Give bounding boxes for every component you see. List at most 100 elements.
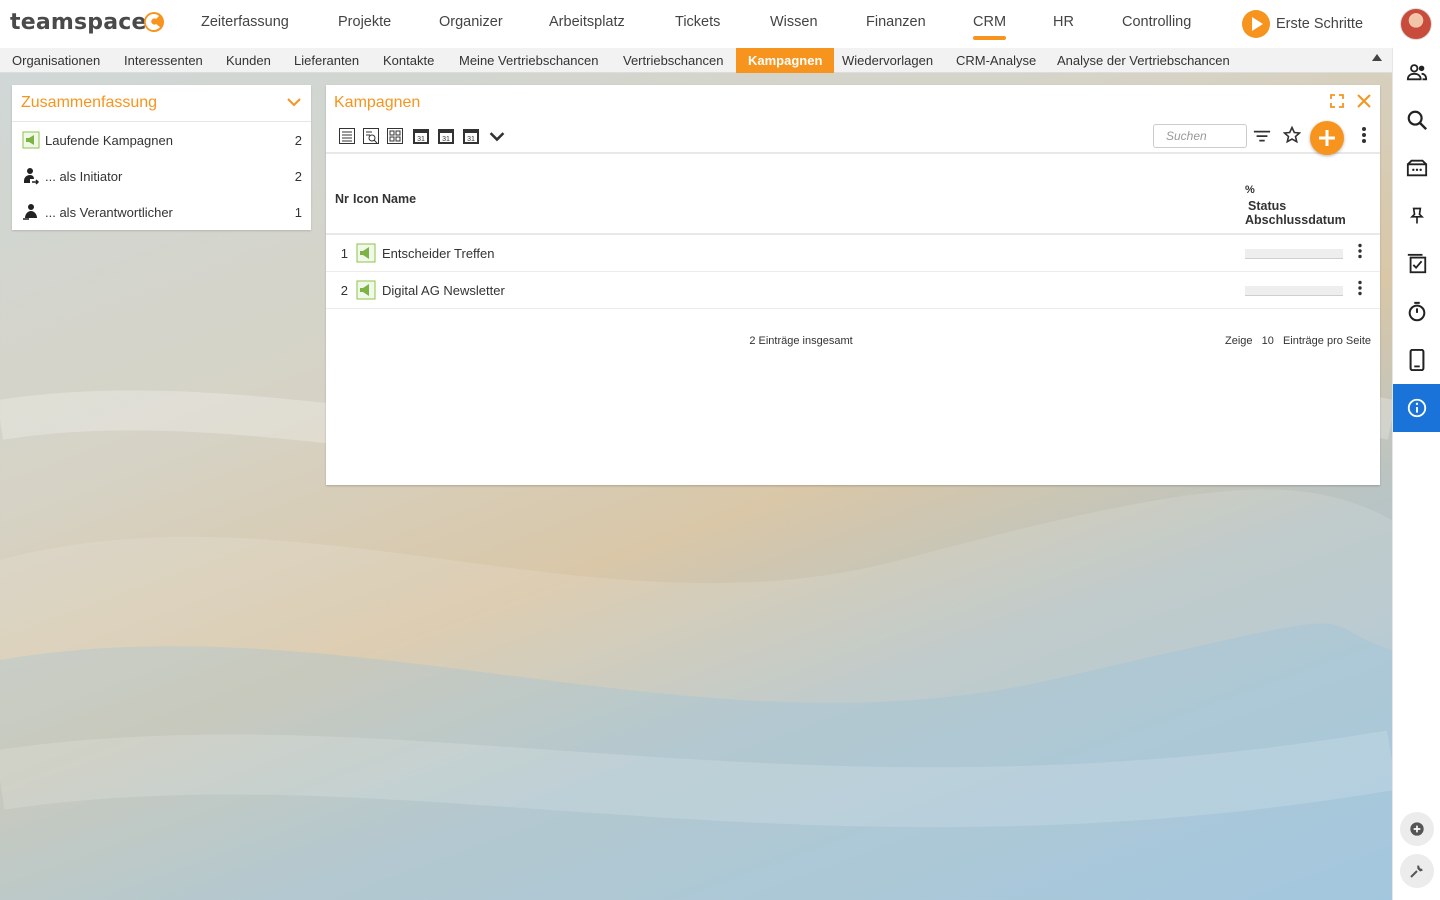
search-icon[interactable] — [1393, 96, 1440, 144]
panel-title: Kampagnen — [334, 94, 421, 111]
filter-icon[interactable] — [1253, 128, 1271, 146]
detail-view-icon[interactable] — [362, 127, 380, 145]
teamspace-logo-icon — [144, 12, 164, 32]
tasks-icon[interactable] — [1393, 240, 1440, 288]
subnav-kampagnen[interactable]: Kampagnen — [736, 48, 835, 73]
nav-controlling[interactable]: Controlling — [1122, 14, 1191, 30]
contacts-icon[interactable] — [1393, 48, 1440, 96]
summary-panel: Zusammenfassung Laufende Kampagnen 2 ...… — [12, 85, 311, 230]
more-vertical-icon[interactable] — [1355, 126, 1373, 144]
summary-row-count: 1 — [294, 205, 302, 220]
close-icon[interactable] — [1356, 93, 1372, 109]
search-input[interactable] — [1153, 124, 1247, 148]
summary-row-label: ... als Verantwortlicher — [45, 205, 173, 220]
responsible-icon — [23, 204, 37, 220]
campaigns-toolbar: 31 31 31 — [326, 121, 1380, 155]
more-vertical-icon[interactable] — [1356, 243, 1364, 259]
campaign-icon — [22, 131, 40, 149]
subnav-kontakte[interactable]: Kontakte — [371, 48, 446, 73]
chevron-down-icon[interactable] — [287, 97, 301, 107]
column-status[interactable]: Status — [1248, 199, 1286, 213]
star-icon[interactable] — [1283, 126, 1301, 144]
svg-text:31: 31 — [467, 136, 475, 143]
status-progress-bar — [1245, 249, 1343, 259]
nav-tickets[interactable]: Tickets — [675, 14, 720, 30]
campaigns-panel: Kampagnen 31 31 31 Nr Icon Name % Status… — [326, 85, 1380, 485]
erste-schritte-button[interactable]: Erste Schritte — [1242, 10, 1363, 38]
subnav-organisationen[interactable]: Organisationen — [0, 48, 112, 73]
nav-wissen[interactable]: Wissen — [770, 14, 818, 30]
pager-count[interactable]: 10 — [1262, 335, 1274, 347]
nav-organizer[interactable]: Organizer — [439, 14, 503, 30]
wrench-icon[interactable] — [1400, 854, 1434, 888]
table-row[interactable]: 1 Entscheider Treffen — [326, 235, 1380, 272]
app-logo[interactable]: teamspace — [10, 10, 147, 40]
initiator-icon — [24, 168, 40, 185]
nav-projekte[interactable]: Projekte — [338, 14, 391, 30]
row-nr: 2 — [340, 283, 348, 298]
calendar-day-icon[interactable]: 31 — [412, 127, 430, 145]
grid-view-icon[interactable] — [386, 127, 404, 145]
calendar-week-icon[interactable]: 31 — [437, 127, 455, 145]
inbox-icon[interactable] — [1393, 144, 1440, 192]
calendar-month-icon[interactable]: 31 — [462, 127, 480, 145]
plus-icon — [1319, 130, 1335, 146]
summary-row-count: 2 — [294, 133, 302, 148]
row-nr: 1 — [340, 246, 348, 261]
column-name[interactable]: Name — [382, 192, 416, 206]
subnav-interessenten[interactable]: Interessenten — [112, 48, 215, 73]
nav-hr[interactable]: HR — [1053, 14, 1074, 30]
subnav-kunden[interactable]: Kunden — [214, 48, 283, 73]
more-vertical-icon[interactable] — [1356, 280, 1364, 296]
mobile-icon[interactable] — [1393, 336, 1440, 384]
info-icon[interactable] — [1393, 384, 1440, 432]
add-widget-icon[interactable] — [1400, 812, 1434, 846]
nav-arbeitsplatz[interactable]: Arbeitsplatz — [549, 14, 625, 30]
column-percent[interactable]: % — [1245, 184, 1255, 196]
collapse-up-icon[interactable] — [1372, 54, 1382, 61]
expand-icon[interactable] — [1330, 94, 1344, 108]
campaign-icon — [356, 243, 376, 263]
nav-finanzen[interactable]: Finanzen — [866, 14, 926, 30]
pager-show-label: Zeige — [1225, 335, 1253, 347]
subnav-meine-vertriebschancen[interactable]: Meine Vertriebschancen — [447, 48, 610, 73]
summary-row-laufende[interactable]: Laufende Kampagnen 2 — [12, 122, 311, 158]
subnav-analyse-vertriebschancen[interactable]: Analyse der Vertriebschancen — [1045, 48, 1242, 73]
list-view-icon[interactable] — [338, 127, 356, 145]
user-avatar[interactable] — [1400, 8, 1432, 40]
nav-zeiterfassung[interactable]: Zeiterfassung — [201, 14, 289, 30]
subnav-vertriebschancen[interactable]: Vertriebschancen — [611, 48, 735, 73]
column-icon[interactable]: Icon — [353, 192, 379, 206]
campaign-icon — [356, 280, 376, 300]
summary-header[interactable]: Zusammenfassung — [12, 85, 311, 122]
sub-navigation: Organisationen Interessenten Kunden Lief… — [0, 48, 1392, 73]
summary-row-label: ... als Initiator — [45, 169, 123, 184]
column-nr[interactable]: Nr — [335, 192, 349, 206]
summary-row-label: Laufende Kampagnen — [45, 133, 173, 148]
timer-icon[interactable] — [1393, 288, 1440, 336]
play-icon — [1242, 10, 1270, 38]
pin-icon[interactable] — [1393, 192, 1440, 240]
row-name: Entscheider Treffen — [382, 246, 495, 261]
pager-per-page-label: Einträge pro Seite — [1282, 335, 1371, 347]
table-row[interactable]: 2 Digital AG Newsletter — [326, 272, 1380, 309]
svg-text:31: 31 — [442, 136, 450, 143]
total-entries: 2 Einträge insgesamt — [749, 335, 853, 347]
status-progress-bar — [1245, 286, 1343, 296]
summary-row-count: 2 — [294, 169, 302, 184]
add-campaign-button[interactable] — [1310, 121, 1344, 155]
summary-row-verantwortlicher[interactable]: ... als Verantwortlicher 1 — [12, 194, 311, 230]
pager: Zeige 10 Einträge pro Seite — [1219, 335, 1371, 347]
svg-text:31: 31 — [417, 136, 425, 143]
column-closing-date[interactable]: Abschlussdatum — [1245, 213, 1346, 227]
nav-crm[interactable]: CRM — [973, 14, 1007, 40]
row-name: Digital AG Newsletter — [382, 283, 505, 298]
subnav-lieferanten[interactable]: Lieferanten — [282, 48, 371, 73]
chevron-down-icon[interactable] — [488, 128, 506, 146]
summary-row-initiator[interactable]: ... als Initiator 2 — [12, 158, 311, 194]
table-header: Nr Icon Name % Status Abschlussdatum — [326, 156, 1380, 235]
subnav-crm-analyse[interactable]: CRM-Analyse — [944, 48, 1048, 73]
subnav-wiedervorlagen[interactable]: Wiedervorlagen — [830, 48, 945, 73]
erste-schritte-label: Erste Schritte — [1276, 16, 1364, 32]
top-bar: teamspace Zeiterfassung Projekte Organiz… — [0, 0, 1440, 48]
